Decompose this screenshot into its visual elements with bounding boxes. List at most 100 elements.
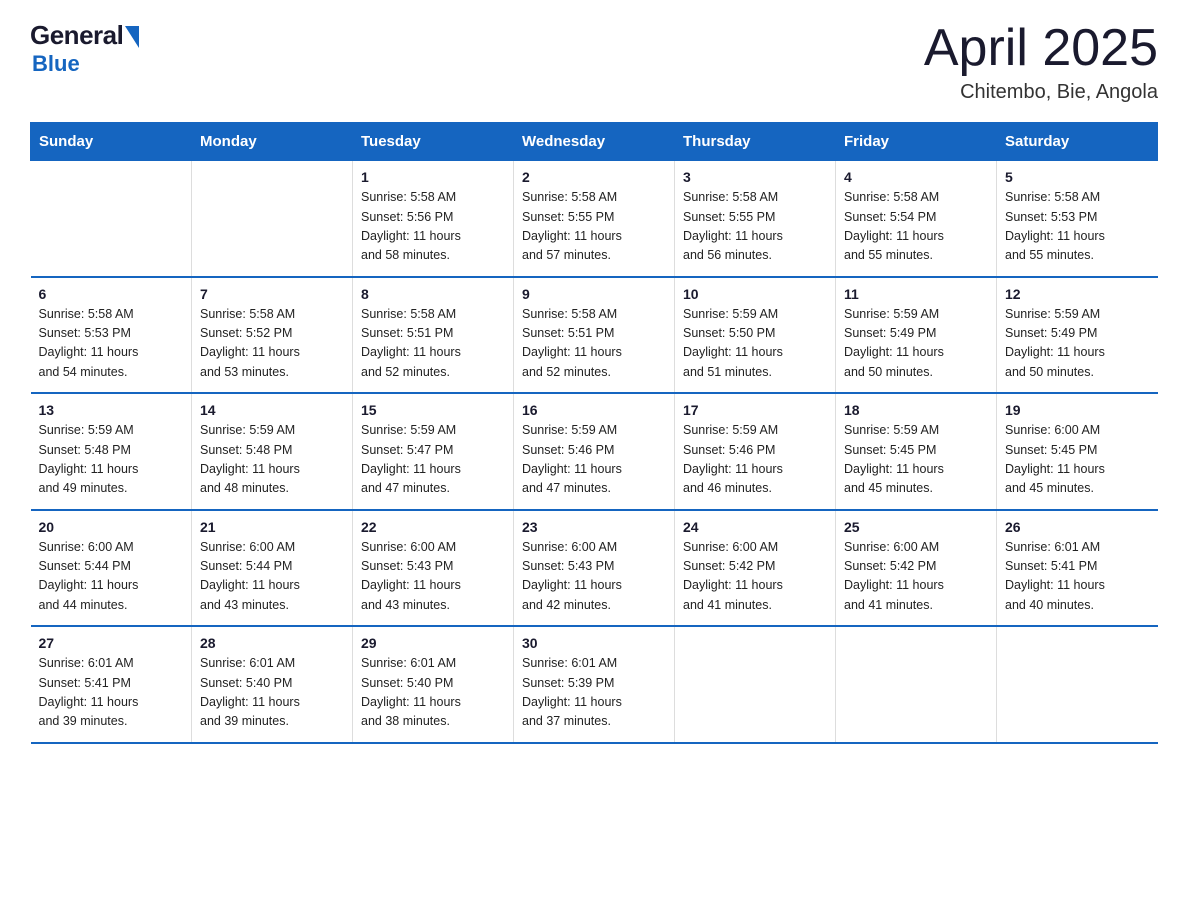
day-number: 10 (683, 286, 827, 302)
calendar-cell: 15 Sunrise: 5:59 AM Sunset: 5:47 PM Dayli… (353, 393, 514, 510)
day-number: 3 (683, 169, 827, 185)
day-info: Sunrise: 5:59 AM Sunset: 5:47 PM Dayligh… (361, 421, 505, 499)
day-number: 2 (522, 169, 666, 185)
page-header: General Blue April 2025 Chitembo, Bie, A… (30, 20, 1158, 104)
day-info: Sunrise: 5:58 AM Sunset: 5:53 PM Dayligh… (1005, 188, 1150, 266)
logo: General Blue (30, 20, 139, 77)
day-number: 13 (39, 402, 184, 418)
day-number: 30 (522, 635, 666, 651)
day-number: 1 (361, 169, 505, 185)
calendar-cell: 11 Sunrise: 5:59 AM Sunset: 5:49 PM Dayli… (836, 277, 997, 394)
calendar-cell (836, 626, 997, 743)
calendar-cell (675, 626, 836, 743)
title-area: April 2025 Chitembo, Bie, Angola (924, 20, 1158, 104)
calendar-cell: 24 Sunrise: 6:00 AM Sunset: 5:42 PM Dayli… (675, 510, 836, 627)
day-info: Sunrise: 5:59 AM Sunset: 5:48 PM Dayligh… (39, 421, 184, 499)
calendar-cell: 28 Sunrise: 6:01 AM Sunset: 5:40 PM Dayli… (192, 626, 353, 743)
day-info: Sunrise: 6:01 AM Sunset: 5:41 PM Dayligh… (1005, 538, 1150, 616)
logo-blue-text: Blue (32, 51, 80, 77)
calendar-cell: 21Sunrise: 6:00 AM Sunset: 5:44 PM Dayli… (192, 510, 353, 627)
day-number: 16 (522, 402, 666, 418)
calendar-cell: 23Sunrise: 6:00 AM Sunset: 5:43 PM Dayli… (514, 510, 675, 627)
weekday-header-sunday: Sunday (31, 123, 192, 161)
month-title: April 2025 (924, 20, 1158, 77)
day-info: Sunrise: 5:58 AM Sunset: 5:51 PM Dayligh… (522, 305, 666, 383)
day-number: 4 (844, 169, 988, 185)
day-info: Sunrise: 5:58 AM Sunset: 5:55 PM Dayligh… (522, 188, 666, 266)
day-info: Sunrise: 5:58 AM Sunset: 5:51 PM Dayligh… (361, 305, 505, 383)
day-number: 25 (844, 519, 988, 535)
day-info: Sunrise: 5:58 AM Sunset: 5:56 PM Dayligh… (361, 188, 505, 266)
day-number: 29 (361, 635, 505, 651)
day-info: Sunrise: 6:00 AM Sunset: 5:45 PM Dayligh… (1005, 421, 1150, 499)
day-info: Sunrise: 5:59 AM Sunset: 5:49 PM Dayligh… (844, 305, 988, 383)
weekday-header-wednesday: Wednesday (514, 123, 675, 161)
day-number: 21 (200, 519, 344, 535)
calendar-cell: 9Sunrise: 5:58 AM Sunset: 5:51 PM Daylig… (514, 277, 675, 394)
weekday-header-friday: Friday (836, 123, 997, 161)
day-number: 12 (1005, 286, 1150, 302)
calendar-cell: 20Sunrise: 6:00 AM Sunset: 5:44 PM Dayli… (31, 510, 192, 627)
day-number: 18 (844, 402, 988, 418)
location-text: Chitembo, Bie, Angola (924, 81, 1158, 104)
day-number: 5 (1005, 169, 1150, 185)
calendar-week-row: 6Sunrise: 5:58 AM Sunset: 5:53 PM Daylig… (31, 277, 1158, 394)
day-info: Sunrise: 5:59 AM Sunset: 5:46 PM Dayligh… (522, 421, 666, 499)
calendar-cell: 27Sunrise: 6:01 AM Sunset: 5:41 PM Dayli… (31, 626, 192, 743)
weekday-header-monday: Monday (192, 123, 353, 161)
day-number: 19 (1005, 402, 1150, 418)
logo-general-text: General (30, 20, 123, 51)
day-number: 24 (683, 519, 827, 535)
calendar-cell (31, 161, 192, 277)
day-number: 8 (361, 286, 505, 302)
calendar-cell: 25 Sunrise: 6:00 AM Sunset: 5:42 PM Dayli… (836, 510, 997, 627)
calendar-cell: 14Sunrise: 5:59 AM Sunset: 5:48 PM Dayli… (192, 393, 353, 510)
day-info: Sunrise: 6:01 AM Sunset: 5:40 PM Dayligh… (200, 654, 344, 732)
calendar-table: SundayMondayTuesdayWednesdayThursdayFrid… (30, 122, 1158, 744)
day-number: 23 (522, 519, 666, 535)
calendar-cell: 5 Sunrise: 5:58 AM Sunset: 5:53 PM Daylig… (997, 161, 1158, 277)
day-info: Sunrise: 5:58 AM Sunset: 5:52 PM Dayligh… (200, 305, 344, 383)
weekday-header-tuesday: Tuesday (353, 123, 514, 161)
day-info: Sunrise: 5:58 AM Sunset: 5:54 PM Dayligh… (844, 188, 988, 266)
day-number: 28 (200, 635, 344, 651)
day-number: 11 (844, 286, 988, 302)
calendar-cell: 30Sunrise: 6:01 AM Sunset: 5:39 PM Dayli… (514, 626, 675, 743)
calendar-cell: 10Sunrise: 5:59 AM Sunset: 5:50 PM Dayli… (675, 277, 836, 394)
day-info: Sunrise: 5:59 AM Sunset: 5:46 PM Dayligh… (683, 421, 827, 499)
calendar-week-row: 13 Sunrise: 5:59 AM Sunset: 5:48 PM Dayli… (31, 393, 1158, 510)
calendar-header: SundayMondayTuesdayWednesdayThursdayFrid… (31, 123, 1158, 161)
day-number: 22 (361, 519, 505, 535)
calendar-week-row: 20Sunrise: 6:00 AM Sunset: 5:44 PM Dayli… (31, 510, 1158, 627)
weekday-header-thursday: Thursday (675, 123, 836, 161)
logo-triangle-icon (125, 26, 139, 48)
calendar-cell: 4 Sunrise: 5:58 AM Sunset: 5:54 PM Daylig… (836, 161, 997, 277)
calendar-body: 1 Sunrise: 5:58 AM Sunset: 5:56 PM Daylig… (31, 161, 1158, 743)
weekday-header-row: SundayMondayTuesdayWednesdayThursdayFrid… (31, 123, 1158, 161)
calendar-cell: 6Sunrise: 5:58 AM Sunset: 5:53 PM Daylig… (31, 277, 192, 394)
calendar-cell: 29 Sunrise: 6:01 AM Sunset: 5:40 PM Dayli… (353, 626, 514, 743)
day-info: Sunrise: 5:59 AM Sunset: 5:45 PM Dayligh… (844, 421, 988, 499)
calendar-cell: 13 Sunrise: 5:59 AM Sunset: 5:48 PM Dayli… (31, 393, 192, 510)
calendar-week-row: 1 Sunrise: 5:58 AM Sunset: 5:56 PM Daylig… (31, 161, 1158, 277)
day-number: 7 (200, 286, 344, 302)
calendar-cell: 7 Sunrise: 5:58 AM Sunset: 5:52 PM Daylig… (192, 277, 353, 394)
calendar-week-row: 27Sunrise: 6:01 AM Sunset: 5:41 PM Dayli… (31, 626, 1158, 743)
day-info: Sunrise: 5:58 AM Sunset: 5:53 PM Dayligh… (39, 305, 184, 383)
day-info: Sunrise: 6:01 AM Sunset: 5:41 PM Dayligh… (39, 654, 184, 732)
day-number: 17 (683, 402, 827, 418)
day-info: Sunrise: 6:00 AM Sunset: 5:42 PM Dayligh… (844, 538, 988, 616)
day-info: Sunrise: 5:59 AM Sunset: 5:49 PM Dayligh… (1005, 305, 1150, 383)
day-info: Sunrise: 6:00 AM Sunset: 5:44 PM Dayligh… (39, 538, 184, 616)
day-number: 15 (361, 402, 505, 418)
calendar-cell: 26Sunrise: 6:01 AM Sunset: 5:41 PM Dayli… (997, 510, 1158, 627)
day-info: Sunrise: 6:00 AM Sunset: 5:42 PM Dayligh… (683, 538, 827, 616)
calendar-cell: 12 Sunrise: 5:59 AM Sunset: 5:49 PM Dayli… (997, 277, 1158, 394)
calendar-cell (997, 626, 1158, 743)
calendar-cell: 19 Sunrise: 6:00 AM Sunset: 5:45 PM Dayli… (997, 393, 1158, 510)
calendar-cell: 16 Sunrise: 5:59 AM Sunset: 5:46 PM Dayli… (514, 393, 675, 510)
day-info: Sunrise: 6:01 AM Sunset: 5:40 PM Dayligh… (361, 654, 505, 732)
day-number: 14 (200, 402, 344, 418)
calendar-cell: 17 Sunrise: 5:59 AM Sunset: 5:46 PM Dayli… (675, 393, 836, 510)
day-info: Sunrise: 5:58 AM Sunset: 5:55 PM Dayligh… (683, 188, 827, 266)
